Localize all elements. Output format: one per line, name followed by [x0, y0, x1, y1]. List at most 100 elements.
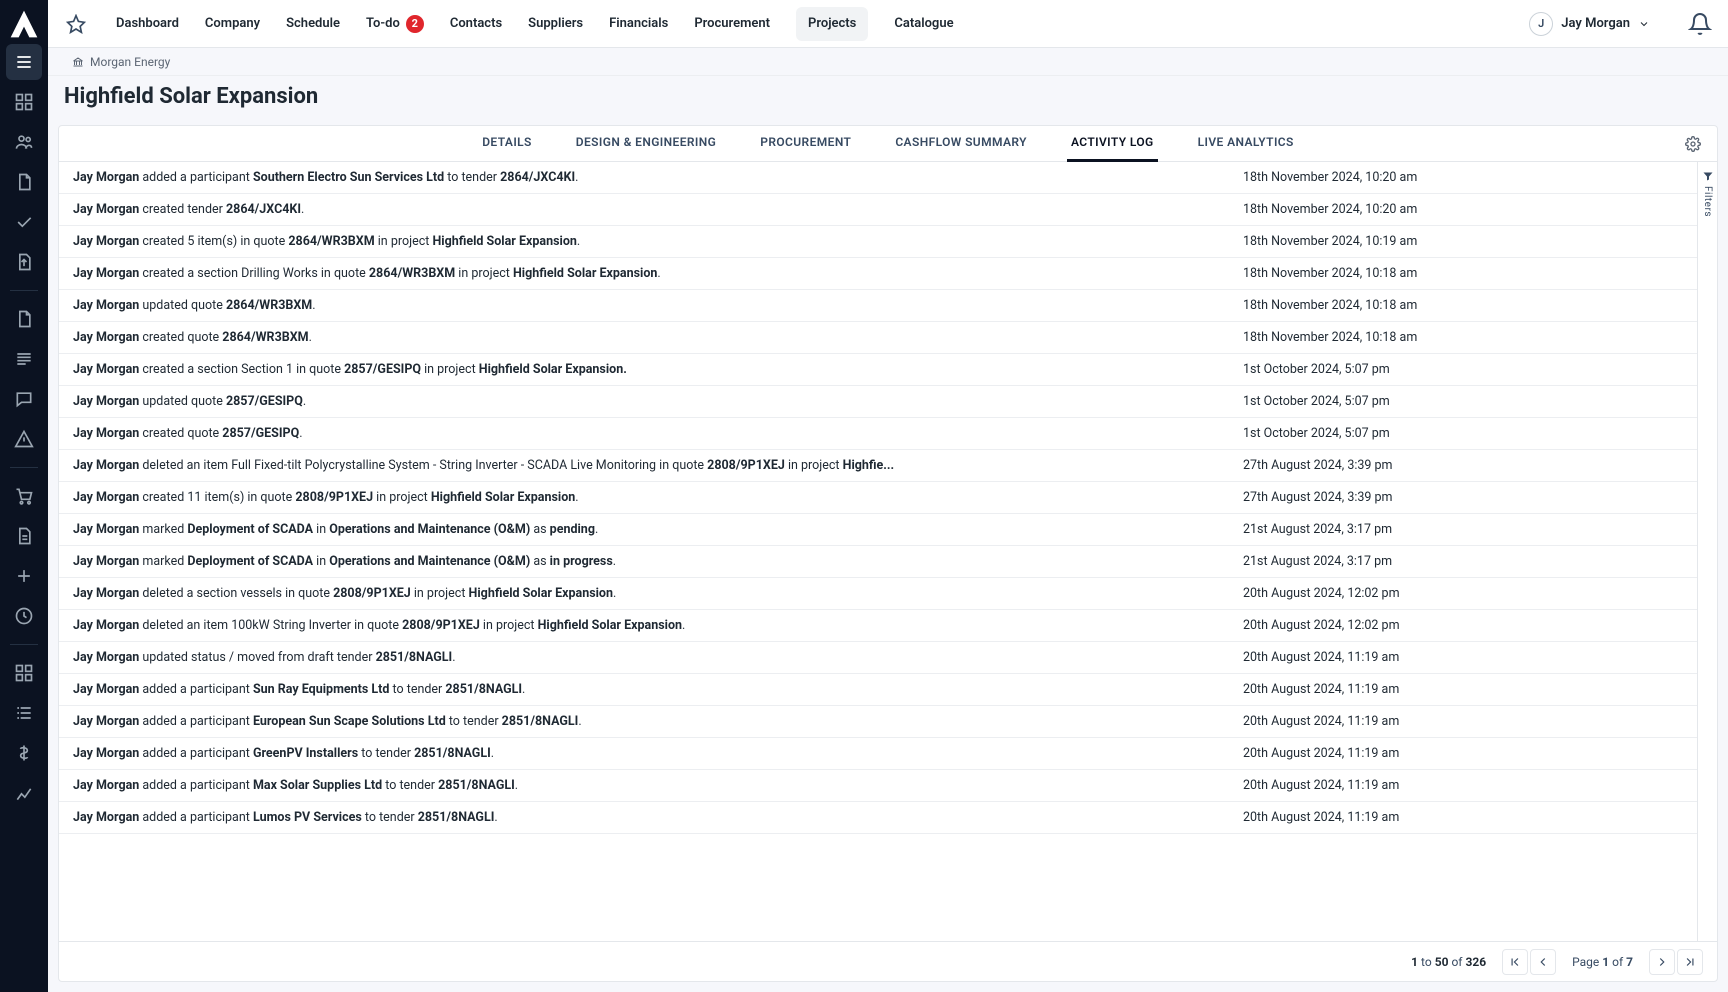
activity-row[interactable]: Jay Morgan added a participant Southern … — [59, 162, 1697, 194]
activity-row[interactable]: Jay Morgan updated status / moved from d… — [59, 642, 1697, 674]
cart-icon — [14, 486, 34, 506]
brand-logo-icon[interactable] — [8, 8, 40, 40]
bank-icon — [72, 56, 84, 68]
pager-first[interactable] — [1502, 949, 1528, 975]
activity-text: Jay Morgan marked Deployment of SCADA in… — [73, 522, 1243, 537]
nav-item-company[interactable]: Company — [205, 0, 260, 47]
tab-cashflow-summary[interactable]: CASHFLOW SUMMARY — [891, 126, 1031, 162]
pager-next[interactable] — [1649, 949, 1675, 975]
activity-row[interactable]: Jay Morgan created a section Section 1 i… — [59, 354, 1697, 386]
activity-row[interactable]: Jay Morgan added a participant European … — [59, 706, 1697, 738]
tab-settings-button[interactable] — [1681, 132, 1705, 156]
export-icon — [14, 252, 34, 272]
doc2-icon — [14, 309, 34, 329]
sidebar-item-cart[interactable] — [6, 478, 42, 514]
sidebar-item-listalt[interactable] — [6, 695, 42, 731]
activity-row[interactable]: Jay Morgan deleted an item Full Fixed-ti… — [59, 450, 1697, 482]
activity-row[interactable]: Jay Morgan created 5 item(s) in quote 28… — [59, 226, 1697, 258]
filters-rail[interactable]: Filters — [1697, 162, 1717, 941]
plus-icon — [14, 566, 34, 586]
tab-details[interactable]: DETAILS — [478, 126, 536, 162]
breadcrumb-org[interactable]: Morgan Energy — [90, 55, 170, 69]
activity-time: 27th August 2024, 3:39 pm — [1243, 458, 1683, 473]
nav-item-suppliers[interactable]: Suppliers — [528, 0, 583, 47]
activity-row[interactable]: Jay Morgan created quote 2857/GESIPQ.1st… — [59, 418, 1697, 450]
activity-row[interactable]: Jay Morgan deleted a section vessels in … — [59, 578, 1697, 610]
nav-item-schedule[interactable]: Schedule — [286, 0, 340, 47]
activity-text: Jay Morgan deleted a section vessels in … — [73, 586, 1243, 601]
sidebar-item-dashboard[interactable] — [6, 84, 42, 120]
sidebar-separator — [10, 290, 38, 291]
nav-item-financials[interactable]: Financials — [609, 0, 668, 47]
activity-time: 1st October 2024, 5:07 pm — [1243, 362, 1683, 377]
activity-time: 18th November 2024, 10:20 am — [1243, 202, 1683, 217]
activity-time: 1st October 2024, 5:07 pm — [1243, 394, 1683, 409]
nav-item-projects[interactable]: Projects — [796, 7, 868, 41]
sidebar-item-chart[interactable] — [6, 775, 42, 811]
activity-row[interactable]: Jay Morgan deleted an item 100kW String … — [59, 610, 1697, 642]
sidebar-item-doc2[interactable] — [6, 301, 42, 337]
sidebar-item-lines[interactable] — [6, 341, 42, 377]
activity-row[interactable]: Jay Morgan added a participant Max Solar… — [59, 770, 1697, 802]
activity-text: Jay Morgan updated quote 2857/GESIPQ. — [73, 394, 1243, 409]
activity-time: 21st August 2024, 3:17 pm — [1243, 522, 1683, 537]
activity-row[interactable]: Jay Morgan added a participant GreenPV I… — [59, 738, 1697, 770]
activity-row[interactable]: Jay Morgan created tender 2864/JXC4KI.18… — [59, 194, 1697, 226]
activity-row[interactable]: Jay Morgan marked Deployment of SCADA in… — [59, 546, 1697, 578]
activity-log-panel[interactable]: Jay Morgan added a participant Southern … — [59, 162, 1697, 941]
top-nav-items: Dashboard Company Schedule To-do2 Contacts Su… — [116, 0, 954, 47]
tab-live-analytics[interactable]: LIVE ANALYTICS — [1194, 126, 1298, 162]
sidebar-item-clock[interactable] — [6, 598, 42, 634]
lines-icon — [14, 349, 34, 369]
page-title: Highfield Solar Expansion — [64, 84, 1712, 109]
star-icon[interactable] — [66, 14, 86, 34]
sidebar-item-people[interactable] — [6, 124, 42, 160]
activity-row[interactable]: Jay Morgan created a section Drilling Wo… — [59, 258, 1697, 290]
vertical-sidebar — [0, 0, 48, 992]
tab-procurement[interactable]: PROCUREMENT — [756, 126, 855, 162]
sidebar-item-widgets[interactable] — [6, 655, 42, 691]
activity-time: 20th August 2024, 12:02 pm — [1243, 586, 1683, 601]
activity-row[interactable]: Jay Morgan created quote 2864/WR3BXM.18t… — [59, 322, 1697, 354]
list-area: Jay Morgan added a participant Southern … — [59, 162, 1717, 941]
nav-item-contacts[interactable]: Contacts — [450, 0, 502, 47]
sidebar-item-dollar[interactable] — [6, 735, 42, 771]
nav-item-procurement[interactable]: Procurement — [694, 0, 770, 47]
sidebar-item-list[interactable] — [6, 44, 42, 80]
activity-row[interactable]: Jay Morgan added a participant Lumos PV … — [59, 802, 1697, 834]
nav-item-to-do[interactable]: To-do2 — [366, 0, 424, 47]
activity-time: 20th August 2024, 11:19 am — [1243, 682, 1683, 697]
sidebar-item-export[interactable] — [6, 244, 42, 280]
sidebar-item-chat[interactable] — [6, 381, 42, 417]
activity-row[interactable]: Jay Morgan updated quote 2857/GESIPQ.1st… — [59, 386, 1697, 418]
nav-item-dashboard[interactable]: Dashboard — [116, 0, 179, 47]
notifications-icon[interactable] — [1688, 12, 1712, 36]
activity-row[interactable]: Jay Morgan updated quote 2864/WR3BXM.18t… — [59, 290, 1697, 322]
sidebar-item-doc3[interactable] — [6, 518, 42, 554]
pager-buttons-2 — [1649, 949, 1703, 975]
activity-row[interactable]: Jay Morgan marked Deployment of SCADA in… — [59, 514, 1697, 546]
activity-row[interactable]: Jay Morgan created 11 item(s) in quote 2… — [59, 482, 1697, 514]
dashboard-icon — [14, 92, 34, 112]
sidebar-item-check[interactable] — [6, 204, 42, 240]
pager-prev[interactable] — [1530, 949, 1556, 975]
tab-design-engineering[interactable]: DESIGN & ENGINEERING — [572, 126, 720, 162]
activity-time: 27th August 2024, 3:39 pm — [1243, 490, 1683, 505]
sidebar-separator — [10, 644, 38, 645]
activity-text: Jay Morgan created quote 2864/WR3BXM. — [73, 330, 1243, 345]
pager-last[interactable] — [1677, 949, 1703, 975]
todo-badge: 2 — [406, 15, 424, 33]
sidebar-item-doc[interactable] — [6, 164, 42, 200]
activity-text: Jay Morgan deleted an item Full Fixed-ti… — [73, 458, 1243, 473]
title-band: Highfield Solar Expansion — [48, 76, 1728, 125]
tab-activity-log[interactable]: ACTIVITY LOG — [1067, 126, 1158, 162]
activity-time: 18th November 2024, 10:20 am — [1243, 170, 1683, 185]
user-menu[interactable]: J Jay Morgan — [1529, 12, 1650, 36]
activity-time: 18th November 2024, 10:18 am — [1243, 330, 1683, 345]
activity-row[interactable]: Jay Morgan added a participant Sun Ray E… — [59, 674, 1697, 706]
nav-item-catalogue[interactable]: Catalogue — [894, 0, 953, 47]
activity-time: 1st October 2024, 5:07 pm — [1243, 426, 1683, 441]
activity-time: 20th August 2024, 11:19 am — [1243, 778, 1683, 793]
sidebar-item-plus[interactable] — [6, 558, 42, 594]
sidebar-item-warning[interactable] — [6, 421, 42, 457]
